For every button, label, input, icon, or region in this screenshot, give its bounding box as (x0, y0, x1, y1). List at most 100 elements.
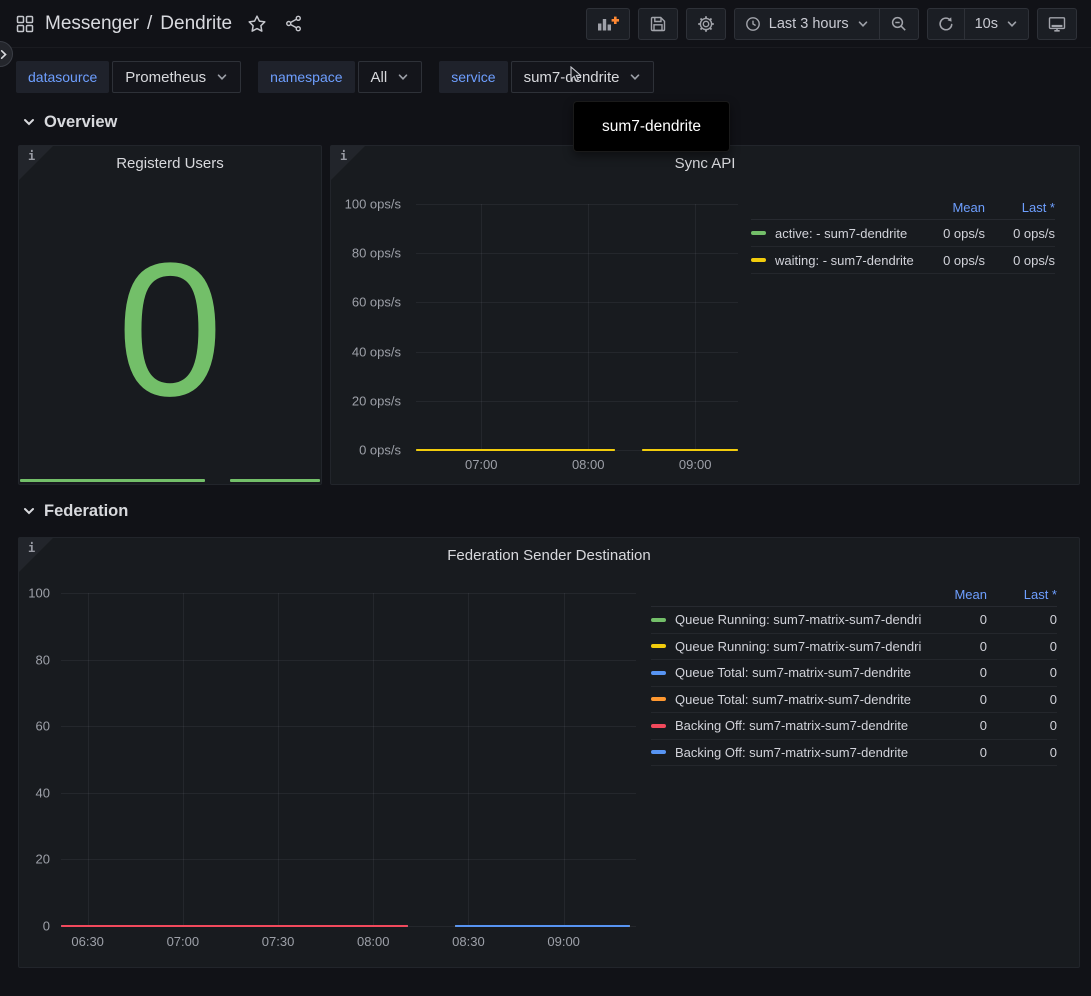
legend-column-header[interactable]: Mean (921, 587, 987, 602)
y-axis: 020406080100 (19, 593, 56, 926)
legend-last-value: 0 (987, 718, 1057, 733)
v-gridline (564, 593, 565, 926)
x-axis-tick-label: 09:00 (679, 457, 712, 472)
chevron-down-icon (22, 115, 36, 129)
dashboard-settings-button[interactable] (686, 8, 726, 40)
series-line (416, 449, 615, 451)
variable-label: datasource (16, 61, 109, 93)
v-gridline (278, 593, 279, 926)
y-axis-tick-label: 40 ops/s (352, 344, 401, 359)
service-value: sum7-dendrite (524, 69, 620, 86)
h-gridline (61, 859, 636, 860)
panel-title[interactable]: Sync API (331, 155, 1079, 172)
legend-column-header[interactable]: Mean (919, 200, 985, 215)
series-line (455, 925, 630, 927)
legend-last-value: 0 (987, 665, 1057, 680)
service-dropdown[interactable]: sum7-dendrite (511, 61, 655, 93)
section-federation[interactable]: Federation (22, 499, 128, 523)
chevron-down-icon (629, 71, 641, 83)
h-gridline (416, 204, 738, 205)
legend-row[interactable]: Queue Total: sum7-matrix-sum7-dendrite00 (651, 687, 1057, 714)
panel-title[interactable]: Federation Sender Destination (19, 547, 1079, 564)
legend-last-value: 0 ops/s (985, 253, 1055, 268)
legend-mean-value: 0 ops/s (919, 253, 985, 268)
legend-label: active: - sum7-dendrite (775, 226, 919, 241)
h-gridline (61, 660, 636, 661)
refresh-interval-button[interactable]: 10s (964, 9, 1028, 39)
datasource-dropdown[interactable]: Prometheus (112, 61, 241, 93)
legend-mean-value: 0 ops/s (919, 226, 985, 241)
legend-last-value: 0 (987, 692, 1057, 707)
plus-icon (611, 16, 618, 23)
h-gridline (61, 793, 636, 794)
variable-service: service sum7-dendrite (439, 61, 654, 93)
variable-label: service (439, 61, 507, 93)
legend-swatch (651, 644, 666, 648)
breadcrumb-dashboard[interactable]: Dendrite (160, 13, 232, 35)
zoom-out-time-button[interactable] (879, 9, 918, 39)
clock-icon (745, 16, 761, 32)
legend-row[interactable]: Queue Running: sum7-matrix-sum7-dendrite… (651, 607, 1057, 634)
namespace-dropdown[interactable]: All (358, 61, 423, 93)
y-axis-tick-label: 100 ops/s (345, 197, 401, 212)
x-axis: 06:3007:0007:3008:0008:3009:00 (61, 934, 636, 950)
x-axis-tick-label: 08:00 (572, 457, 605, 472)
variable-datasource: datasource Prometheus (16, 61, 241, 93)
series-line (61, 925, 408, 927)
legend-swatch (651, 697, 666, 701)
v-gridline (468, 593, 469, 926)
legend-column-header[interactable]: Last * (985, 200, 1055, 215)
share-icon[interactable] (284, 14, 303, 33)
add-panel-button[interactable] (586, 8, 630, 40)
h-gridline (416, 302, 738, 303)
legend-label: Queue Running: sum7-matrix-sum7-dendrite (675, 612, 921, 627)
v-gridline (183, 593, 184, 926)
legend-row[interactable]: active: - sum7-dendrite0 ops/s0 ops/s (751, 220, 1055, 247)
legend-row[interactable]: Backing Off: sum7-matrix-sum7-dendrite00 (651, 713, 1057, 740)
y-axis-tick-label: 80 (36, 652, 50, 667)
legend-header: MeanLast * (651, 583, 1057, 607)
breadcrumb-separator: / (147, 13, 152, 35)
plot-area[interactable] (61, 593, 636, 926)
legend-swatch (651, 618, 666, 622)
section-overview[interactable]: Overview (22, 110, 117, 134)
chevron-down-icon (857, 18, 869, 30)
chevron-down-icon (22, 504, 36, 518)
y-axis-tick-label: 0 (43, 919, 50, 934)
legend-mean-value: 0 (921, 639, 987, 654)
panel-federation-sender: i Federation Sender Destination 02040608… (18, 537, 1080, 968)
namespace-value: All (371, 69, 388, 86)
panel-registered-users: i Registerd Users 0 (18, 145, 322, 485)
refresh-icon (938, 16, 954, 32)
kiosk-mode-button[interactable] (1037, 8, 1077, 40)
chevron-down-icon (1006, 18, 1018, 30)
breadcrumb-folder[interactable]: Messenger (45, 13, 139, 35)
legend-row[interactable]: Queue Running: sum7-matrix-sum7-dendrite… (651, 634, 1057, 661)
federation-legend: MeanLast *Queue Running: sum7-matrix-sum… (651, 583, 1065, 766)
x-axis-tick-label: 09:00 (547, 934, 580, 949)
variables-bar: datasource Prometheus namespace All serv… (16, 61, 654, 93)
top-navigation-bar: Messenger / Dendrite (0, 0, 1091, 48)
legend-row[interactable]: waiting: - sum7-dendrite0 ops/s0 ops/s (751, 247, 1055, 274)
legend-label: Queue Total: sum7-matrix-sum7-dendrite (675, 692, 921, 707)
refresh-button[interactable] (928, 9, 964, 39)
time-range-button[interactable]: Last 3 hours (735, 9, 879, 39)
dashboards-grid-icon[interactable] (16, 15, 34, 33)
section-title: Overview (44, 113, 117, 132)
legend-swatch (751, 258, 766, 262)
y-axis-tick-label: 20 (36, 852, 50, 867)
legend-row[interactable]: Queue Total: sum7-matrix-sum7-dendrite00 (651, 660, 1057, 687)
save-dashboard-button[interactable] (638, 8, 678, 40)
legend-column-header[interactable]: Last * (987, 587, 1057, 602)
panel-title[interactable]: Registerd Users (19, 155, 321, 172)
legend-label: Queue Total: sum7-matrix-sum7-dendrite (675, 665, 921, 680)
legend-mean-value: 0 (921, 745, 987, 760)
star-icon[interactable] (247, 14, 267, 34)
legend-last-value: 0 (987, 639, 1057, 654)
legend-label: Backing Off: sum7-matrix-sum7-dendrite (675, 718, 921, 733)
plot-area[interactable] (416, 204, 738, 450)
y-axis-tick-label: 100 (28, 586, 50, 601)
panel-sync-api: i Sync API 0 ops/s20 ops/s40 ops/s60 ops… (330, 145, 1080, 485)
legend-row[interactable]: Backing Off: sum7-matrix-sum7-dendrite00 (651, 740, 1057, 767)
legend-swatch (651, 724, 666, 728)
